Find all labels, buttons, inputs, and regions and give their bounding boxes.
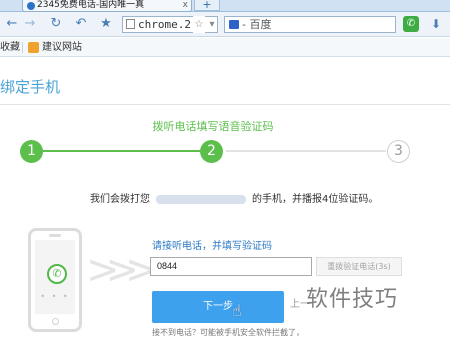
forward-icon[interactable]: → bbox=[22, 16, 38, 32]
bookmarks-bar: 收藏 建议网站 bbox=[0, 38, 450, 57]
search-placeholder: - 百度 bbox=[242, 18, 272, 31]
dial-info: 我们会拨打您 的手机，并播报4位验证码。 bbox=[90, 190, 378, 205]
phone-dots: • • • bbox=[40, 292, 70, 301]
favorite-star-icon[interactable]: ★ bbox=[98, 16, 114, 32]
search-input[interactable]: - 百度 bbox=[224, 16, 396, 33]
step-3-circle: 3 bbox=[387, 140, 410, 163]
browser-tab[interactable]: 2345免费电话-国内唯一真 x bbox=[22, 0, 192, 12]
browser-tab-strip: 2345免费电话-国内唯一真 x + bbox=[0, 0, 450, 12]
call-icon: ✆ bbox=[47, 264, 67, 284]
phone-screen: ✆ • • • bbox=[35, 240, 75, 314]
chevron-arrows-icon: >>> bbox=[86, 247, 158, 293]
step-1-circle: 1 bbox=[20, 140, 43, 163]
verification-code-input[interactable]: 0844 bbox=[150, 257, 312, 276]
search-engine-icon bbox=[229, 20, 239, 29]
step-2-circle: 2 bbox=[200, 140, 223, 163]
site-favicon-icon bbox=[27, 2, 35, 10]
title-divider bbox=[0, 104, 450, 105]
watermark-text: 软件技巧 bbox=[306, 287, 399, 312]
refresh-icon[interactable]: ↻ bbox=[48, 16, 64, 32]
resend-call-button[interactable]: 重拨验证电话(3s) bbox=[316, 257, 402, 276]
blurred-phone-number bbox=[156, 194, 246, 204]
suggested-sites-icon bbox=[28, 42, 39, 53]
bookmark-suggested-sites[interactable]: 建议网站 bbox=[28, 38, 82, 57]
next-step-button[interactable]: 下一步 bbox=[152, 291, 284, 323]
phone-speaker bbox=[49, 234, 61, 237]
favorites-label[interactable]: 收藏 bbox=[0, 38, 20, 57]
bookmark-star-icon[interactable]: ☆ bbox=[193, 16, 205, 33]
step-caption: 拨听电话填写语音验证码 bbox=[152, 120, 274, 133]
new-tab-button[interactable]: + bbox=[194, 0, 220, 11]
progress-line-pending bbox=[226, 150, 386, 152]
phone-home-button bbox=[52, 318, 59, 325]
phone-illustration: ✆ • • • bbox=[28, 228, 82, 332]
hand-cursor-icon: ☝ bbox=[232, 301, 242, 320]
dial-suffix: 的手机，并播报4位验证码。 bbox=[252, 194, 379, 205]
page-title: 绑定手机 bbox=[0, 78, 61, 96]
address-dropdown-icon[interactable]: ▾ bbox=[206, 16, 218, 33]
address-text: chrome.2 bbox=[138, 18, 191, 31]
bookmark-label: 建议网站 bbox=[42, 42, 82, 53]
verify-instruction: 请接听电话，并填写验证码 bbox=[152, 241, 272, 252]
progress-line-completed bbox=[40, 150, 200, 152]
back-icon[interactable]: ← bbox=[4, 16, 20, 32]
phone-icon[interactable]: ✆ bbox=[403, 16, 419, 32]
bookmark-divider bbox=[22, 42, 23, 53]
download-icon[interactable]: ⬇ bbox=[428, 16, 444, 32]
browser-toolbar: ← → ↻ ↶ ★ chrome.2 ☆ ▾ - 百度 ✆ ⬇ bbox=[0, 12, 450, 37]
tab-title: 2345免费电话-国内唯一真 bbox=[37, 0, 145, 10]
dial-prefix: 我们会拨打您 bbox=[90, 194, 150, 205]
page-icon bbox=[126, 19, 135, 29]
help-text: 接不到电话？可能被手机安全软件拦截了， bbox=[152, 328, 304, 337]
tab-close-icon[interactable]: x bbox=[183, 0, 188, 11]
undo-close-icon[interactable]: ↶ bbox=[73, 16, 89, 32]
